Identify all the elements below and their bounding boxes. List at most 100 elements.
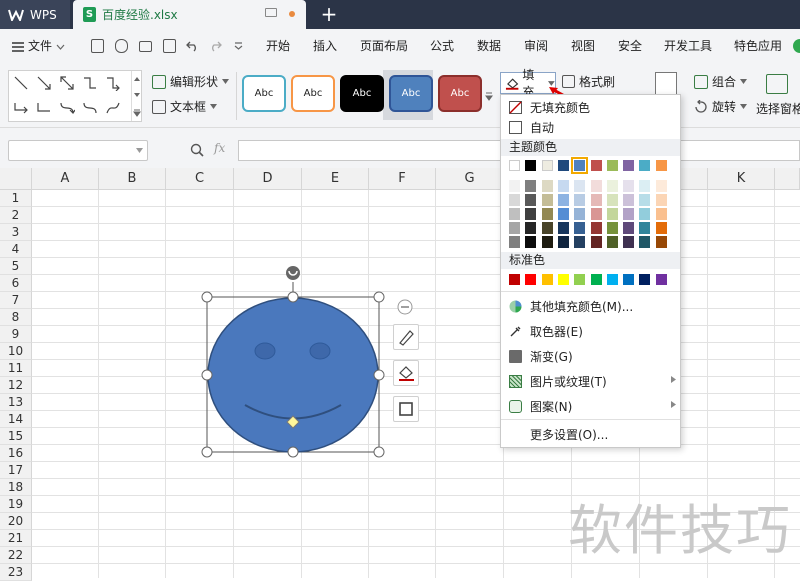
row-header[interactable]: 18 [0, 479, 32, 496]
theme-shade-swatch[interactable] [541, 222, 553, 234]
theme-color-swatch[interactable] [590, 160, 602, 171]
resize-handle[interactable] [201, 446, 213, 458]
column-header[interactable]: C [166, 168, 234, 190]
shape-style-option[interactable]: Abc [389, 75, 433, 112]
column-header[interactable]: A [32, 168, 99, 190]
style-gallery-scroll[interactable] [484, 72, 494, 120]
monitor-icon[interactable] [265, 8, 277, 17]
theme-color-swatch[interactable] [541, 160, 553, 171]
theme-color-swatch[interactable] [606, 160, 618, 171]
row-header[interactable]: 12 [0, 377, 32, 394]
gallery-scroll[interactable] [131, 71, 141, 121]
theme-shade-swatch[interactable] [509, 222, 520, 234]
fx-label[interactable]: fx [214, 141, 225, 155]
resize-handle[interactable] [373, 369, 385, 381]
theme-shade-swatch[interactable] [525, 236, 537, 248]
print-icon[interactable] [139, 41, 152, 52]
theme-shade-swatch[interactable] [525, 180, 537, 192]
standard-color-swatch[interactable] [623, 274, 635, 285]
export-pdf-icon[interactable] [115, 39, 128, 53]
undo-icon[interactable] [186, 40, 199, 52]
theme-shade-swatch[interactable] [606, 236, 618, 248]
theme-shade-swatch[interactable] [557, 208, 569, 220]
theme-shade-swatch[interactable] [606, 208, 618, 220]
tab-data[interactable]: 数据 [477, 29, 501, 64]
scroll-down-icon[interactable] [132, 91, 142, 99]
theme-shade-swatch[interactable] [590, 208, 602, 220]
shape-style-tool[interactable] [393, 324, 419, 350]
theme-shade-swatch[interactable] [623, 180, 635, 192]
shape-style-option[interactable]: Abc [438, 75, 482, 112]
freeform-icon[interactable] [105, 100, 121, 116]
gallery-expand-icon[interactable] [484, 92, 494, 102]
name-box[interactable] [8, 140, 148, 161]
theme-shade-swatch[interactable] [509, 180, 520, 192]
theme-shade-swatch[interactable] [639, 236, 651, 248]
column-header[interactable]: K [708, 168, 775, 190]
file-menu[interactable]: 文件 [12, 29, 65, 64]
shape-style-option[interactable]: Abc [291, 75, 335, 112]
resize-handle[interactable] [373, 291, 385, 303]
theme-shade-swatch[interactable] [509, 194, 520, 206]
chevron-down-icon[interactable] [136, 148, 143, 153]
tab-insert[interactable]: 插入 [313, 29, 337, 64]
theme-shade-swatch[interactable] [574, 208, 586, 220]
theme-shade-swatch[interactable] [509, 236, 520, 248]
row-header[interactable]: 3 [0, 224, 32, 241]
smiley-shape[interactable] [195, 262, 395, 462]
more-fill-colors-option[interactable]: 其他填充颜色(M)... [509, 298, 633, 315]
elbow-double-arrow-icon[interactable] [13, 100, 29, 116]
standard-color-swatch[interactable] [541, 274, 553, 285]
standard-color-swatch[interactable] [509, 274, 520, 285]
elbow-connector-icon[interactable] [82, 75, 98, 91]
theme-shade-swatch[interactable] [655, 194, 667, 206]
theme-shade-swatch[interactable] [557, 236, 569, 248]
theme-shade-swatch[interactable] [606, 180, 618, 192]
row-header[interactable]: 17 [0, 462, 32, 479]
standard-color-swatch[interactable] [525, 274, 537, 285]
no-fill-option[interactable]: 无填充颜色 [509, 99, 590, 116]
standard-color-swatch[interactable] [590, 274, 602, 285]
column-header[interactable] [775, 168, 800, 190]
tab-developer[interactable]: 开发工具 [664, 29, 712, 64]
line-icon[interactable] [13, 75, 29, 91]
tab-security[interactable]: 安全 [618, 29, 642, 64]
shape-style-option[interactable]: Abc [242, 75, 286, 112]
collapse-icon[interactable] [397, 299, 413, 315]
theme-color-swatch[interactable] [557, 160, 569, 171]
theme-shade-swatch[interactable] [606, 194, 618, 206]
theme-color-swatch[interactable] [571, 157, 589, 174]
smiley-face[interactable] [207, 297, 379, 453]
column-header[interactable]: D [234, 168, 302, 190]
standard-color-swatch[interactable] [639, 274, 651, 285]
column-header[interactable]: E [302, 168, 369, 190]
theme-shade-swatch[interactable] [639, 208, 651, 220]
redo-icon[interactable] [209, 40, 222, 52]
theme-color-swatch[interactable] [655, 160, 667, 171]
row-header[interactable]: 4 [0, 241, 32, 258]
resize-handle[interactable] [373, 446, 385, 458]
theme-shade-swatch[interactable] [574, 236, 586, 248]
row-header[interactable]: 9 [0, 326, 32, 343]
resize-handle[interactable] [287, 291, 299, 303]
curved-double-arrow-icon[interactable] [82, 100, 98, 116]
row-header[interactable]: 15 [0, 428, 32, 445]
row-header[interactable]: 8 [0, 309, 32, 326]
row-header[interactable]: 21 [0, 530, 32, 547]
group-button[interactable]: 组合 [694, 73, 748, 90]
theme-shade-swatch[interactable] [655, 222, 667, 234]
column-header[interactable]: G [436, 168, 504, 190]
theme-shade-swatch[interactable] [623, 236, 635, 248]
row-header[interactable]: 14 [0, 411, 32, 428]
row-header[interactable]: 6 [0, 275, 32, 292]
tab-special[interactable]: 特色应用 [734, 29, 782, 64]
shape-fill-tool[interactable] [393, 360, 419, 386]
account-icon[interactable] [793, 39, 800, 53]
tab-review[interactable]: 审阅 [524, 29, 548, 64]
gradient-option[interactable]: 渐变(G) [509, 348, 573, 365]
format-painter-button[interactable]: 格式刷 [562, 73, 615, 90]
theme-shade-swatch[interactable] [639, 180, 651, 192]
edit-shape-button[interactable]: 编辑形状 [152, 73, 230, 90]
theme-shade-swatch[interactable] [655, 236, 667, 248]
quick-access-dropdown-icon[interactable] [234, 42, 243, 50]
